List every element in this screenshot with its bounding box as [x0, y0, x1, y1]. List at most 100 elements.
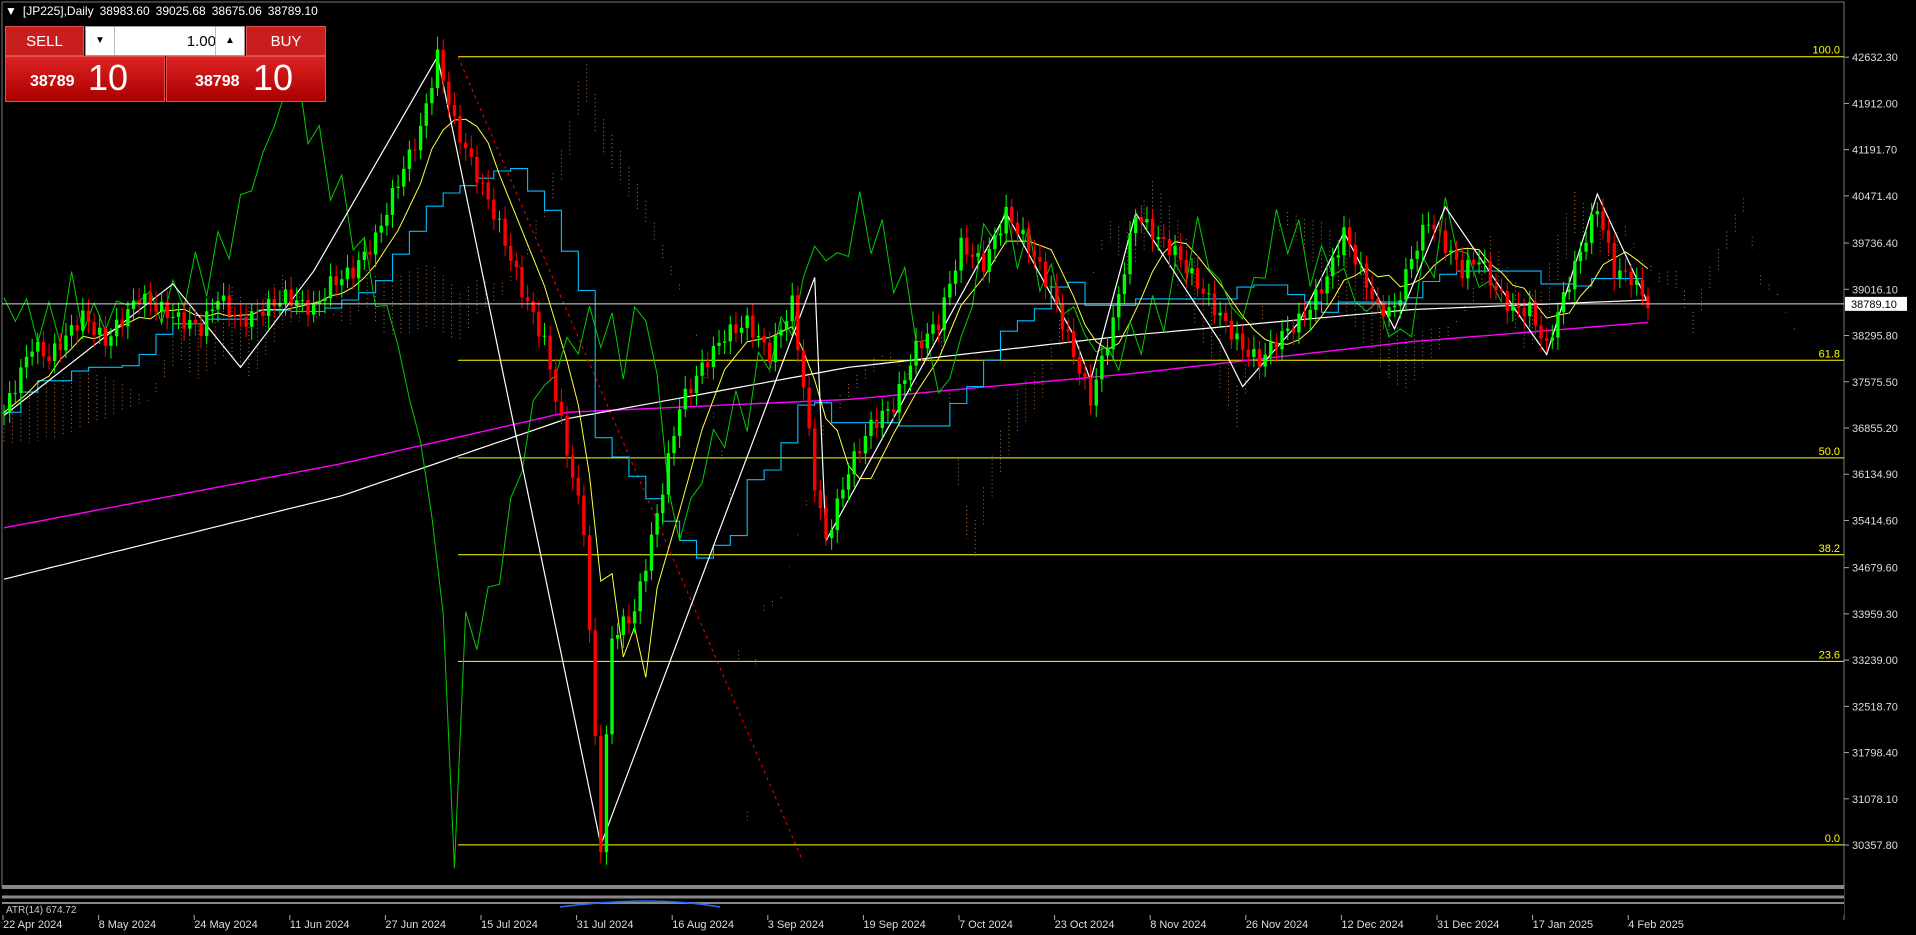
candle-body	[1156, 236, 1160, 240]
candle-body	[745, 315, 749, 328]
time-label: 11 Jun 2024	[290, 919, 350, 931]
candle-body	[13, 392, 17, 394]
candle-body	[514, 260, 519, 268]
close-value: 38789.10	[267, 4, 318, 18]
candle-body	[306, 299, 310, 315]
chevron-down-icon: ▼	[95, 35, 105, 46]
price-label: 32518.70	[1852, 701, 1898, 713]
candle-body	[1449, 250, 1453, 253]
candle-body	[109, 336, 113, 346]
candle-body	[1004, 206, 1008, 234]
time-label: 27 Jun 2024	[385, 919, 446, 931]
buy-price-main: 38798	[195, 73, 240, 90]
candle-body	[835, 498, 839, 531]
buy-button[interactable]: BUY	[246, 26, 326, 56]
candle-body	[554, 369, 558, 402]
candle-body	[1094, 379, 1098, 406]
candle-body	[1590, 214, 1594, 243]
candle-body	[1573, 261, 1577, 290]
candle-body	[959, 237, 963, 271]
buy-price-button[interactable]: 38798 10	[166, 56, 326, 102]
candle-body	[981, 253, 986, 272]
time-label: 17 Jan 2025	[1533, 919, 1594, 931]
candle-body	[1505, 291, 1509, 311]
candle-body	[182, 312, 186, 329]
candle-body	[1246, 349, 1250, 357]
candle-body	[1049, 286, 1053, 288]
candle-body	[931, 324, 935, 334]
candle-body	[328, 276, 333, 299]
candle-body	[773, 335, 778, 363]
price-label: 33239.00	[1852, 655, 1898, 667]
candle-body	[266, 298, 271, 317]
candle-body	[784, 321, 789, 330]
price-label: 31078.10	[1852, 794, 1898, 806]
sell-price-pips: 10	[88, 57, 129, 98]
candle-body	[1471, 259, 1476, 265]
candle-body	[1336, 255, 1341, 258]
candle-body	[1285, 328, 1290, 331]
candle-body	[858, 451, 862, 454]
price-chart[interactable]: 100.0 61.8 50.0 38.2 23.6 0.0 42632.30 41912.0…	[0, 0, 1916, 935]
candle-body	[323, 298, 327, 301]
candle-body	[199, 323, 203, 336]
candle-body	[334, 276, 338, 286]
candle-body	[1162, 236, 1166, 240]
price-label: 40471.40	[1852, 191, 1898, 203]
candle-body	[351, 267, 355, 279]
candle-body	[987, 248, 991, 272]
candle-body	[548, 335, 552, 370]
candle-body	[920, 340, 924, 349]
lot-increase-button[interactable]: ▲	[215, 27, 244, 55]
candle-body	[768, 342, 772, 363]
candle-body	[24, 356, 29, 368]
candle-body	[1522, 308, 1526, 317]
time-label: 8 May 2024	[99, 919, 156, 931]
sell-price-button[interactable]: 38789 10	[5, 56, 165, 102]
candle-body	[869, 419, 873, 437]
candle-body	[469, 148, 473, 157]
candle-body	[818, 490, 823, 509]
time-label: 7 Oct 2024	[959, 919, 1013, 931]
candle-body	[711, 345, 716, 368]
price-label: 39016.10	[1852, 284, 1898, 296]
sell-price-main: 38789	[30, 73, 75, 90]
candle-body	[1308, 309, 1312, 319]
fib-label: 38.2	[1819, 543, 1840, 555]
lot-size-input[interactable]	[116, 29, 216, 53]
candle-body	[689, 388, 693, 394]
candle-body	[1359, 263, 1363, 265]
fib-label: 61.8	[1819, 348, 1840, 360]
candle-body	[565, 415, 569, 456]
candle-body	[1184, 260, 1189, 274]
candle-body	[1584, 242, 1588, 252]
atr-subwindow[interactable]: ATR(14) 674.72	[2, 885, 1844, 916]
candle-body	[1567, 289, 1571, 293]
candle-body	[86, 310, 91, 322]
candle-body	[480, 182, 485, 184]
candle-body	[131, 300, 136, 310]
sell-button[interactable]: SELL	[5, 26, 84, 56]
lot-decrease-button[interactable]: ▼	[86, 27, 115, 55]
candle-body	[841, 489, 845, 499]
candle-body	[1516, 304, 1521, 309]
candle-body	[30, 351, 34, 357]
fib-label: 50.0	[1819, 446, 1840, 458]
candle-body	[1167, 239, 1172, 256]
time-label: 4 Feb 2025	[1628, 919, 1684, 931]
candle-body	[430, 88, 434, 104]
candle-body	[1319, 289, 1324, 294]
candle-body	[1561, 292, 1566, 313]
candle-body	[272, 298, 276, 307]
candle-body	[1437, 229, 1442, 231]
symbol-label: [JP225],Daily	[22, 4, 94, 18]
candle-body	[1483, 261, 1487, 263]
time-label: 15 Jul 2024	[481, 919, 538, 931]
candle-body	[244, 316, 248, 327]
candle-body	[914, 340, 918, 366]
candle-body	[7, 393, 12, 413]
candle-body	[891, 409, 896, 413]
candle-body	[638, 581, 642, 612]
candle-body	[1043, 261, 1048, 287]
price-label: 41912.00	[1852, 98, 1898, 110]
